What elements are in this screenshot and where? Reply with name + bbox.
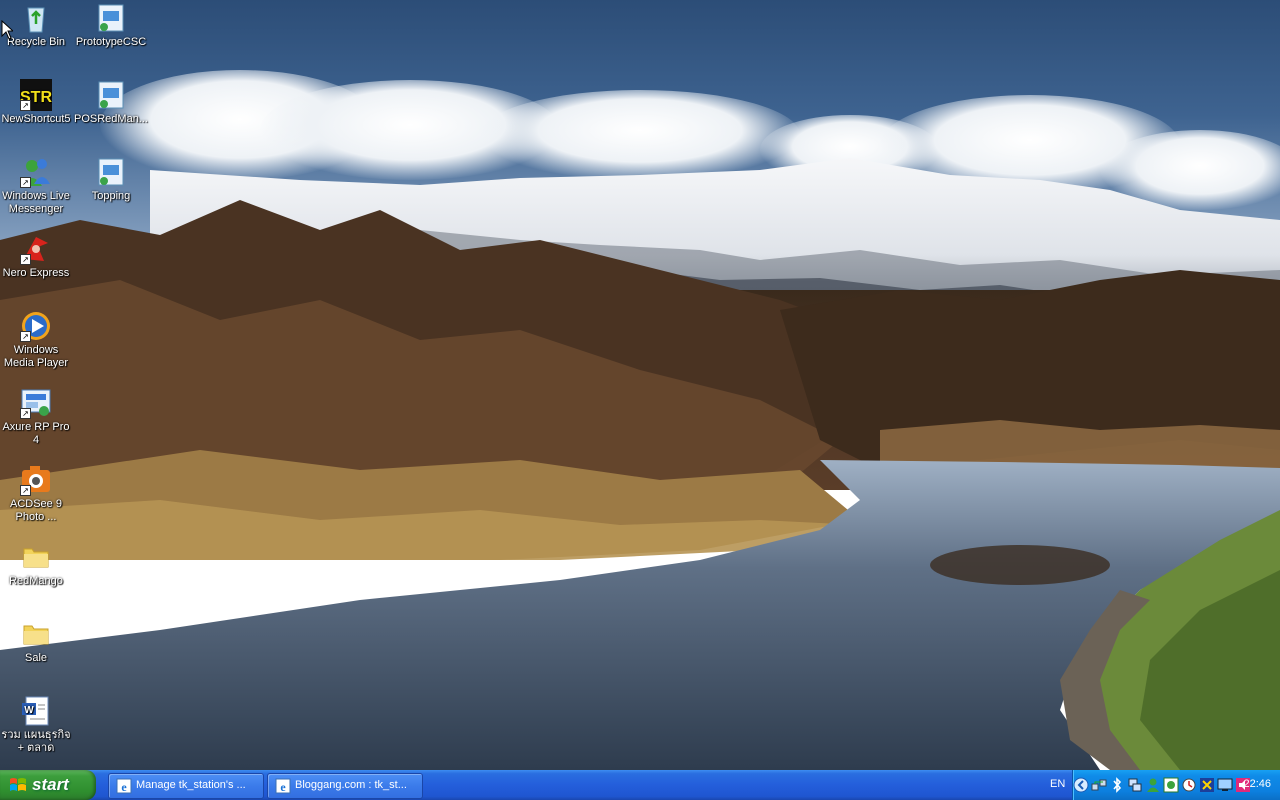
desktop-icon-prototypecsc[interactable]: PrototypeCSC (73, 2, 149, 49)
show-hidden-icons-icon[interactable] (1073, 777, 1089, 793)
str-app-icon: STR ↗ (20, 79, 52, 111)
desktop-icon-label: Topping (91, 190, 131, 202)
desktop-icon-posredman[interactable]: POSRedMan... (73, 79, 149, 126)
desktop-icon-business-plan-doc[interactable]: W รวม แผนธุรกิจ + ตลาด (0, 695, 74, 755)
shortcut-arrow-icon: ↗ (20, 485, 31, 496)
internet-explorer-icon: e (116, 778, 132, 794)
svg-text:e: e (121, 780, 127, 794)
security-icon[interactable] (1181, 777, 1197, 793)
desktop-icon-label: NewShortcut5 (1, 113, 71, 125)
word-document-icon: W (20, 695, 52, 727)
document-icon (95, 79, 127, 111)
desktop-icon-label: Axure RP Pro 4 (2, 421, 70, 446)
internet-explorer-icon: e (275, 778, 291, 794)
shortcut-arrow-icon: ↗ (20, 331, 31, 342)
messenger-icon[interactable] (1163, 777, 1179, 793)
document-icon (95, 156, 127, 188)
taskbar-button-bloggang[interactable]: e Bloggang.com : tk_st... (267, 773, 423, 799)
svg-text:W: W (24, 705, 34, 716)
start-button[interactable]: start (0, 770, 96, 800)
document-icon (95, 2, 127, 34)
clock[interactable]: 22:46 (1243, 778, 1271, 790)
desktop-wallpaper: Recycle Bin PrototypeCSC STR ↗ NewShortc… (0, 0, 1280, 770)
windows-logo-icon (10, 778, 26, 791)
shortcut-arrow-icon: ↗ (20, 254, 31, 265)
desktop-icon-axure-rp-pro[interactable]: ↗ Axure RP Pro 4 (0, 387, 74, 447)
desktop-icon-label: ACDSee 9 Photo ... (10, 498, 62, 523)
antivirus-icon[interactable] (1199, 777, 1215, 793)
acdsee-icon: ↗ (20, 464, 52, 496)
shortcut-arrow-icon: ↗ (20, 177, 31, 188)
folder-icon (20, 541, 52, 573)
desktop-icon-label: PrototypeCSC (75, 36, 147, 48)
taskbar-button-manage-tk-station[interactable]: e Manage tk_station's ... (108, 773, 264, 799)
desktop-icon-label: POSRedMan... (74, 113, 148, 125)
desktop-icon-sale[interactable]: Sale (0, 618, 74, 665)
bluetooth-icon[interactable] (1109, 777, 1125, 793)
taskbar: start e Manage tk_station's ... e Blogga… (0, 770, 1280, 800)
desktop-icon-acdsee[interactable]: ↗ ACDSee 9 Photo ... (0, 464, 74, 524)
axure-icon: ↗ (20, 387, 52, 419)
recycle-bin-icon (20, 2, 52, 34)
display-icon[interactable] (1217, 777, 1233, 793)
shortcut-arrow-icon: ↗ (20, 408, 31, 419)
desktop-icon-label: Windows Media Player (3, 344, 69, 369)
desktop-icon-label: RedMango (9, 575, 63, 587)
user-icon[interactable] (1145, 777, 1161, 793)
nero-icon: ↗ (20, 233, 52, 265)
start-label: start (32, 775, 69, 794)
desktop-icon-label: Windows Live Messenger (2, 190, 70, 215)
language-indicator[interactable]: EN (1050, 778, 1065, 790)
desktop-icon-label: รวม แผนธุรกิจ + ตลาด (1, 729, 71, 754)
desktop-icon-label: Sale (24, 652, 48, 664)
desktop-icon-redmango[interactable]: RedMango (0, 541, 74, 588)
task-label: Bloggang.com : tk_st... (295, 779, 407, 791)
task-label: Manage tk_station's ... (136, 779, 246, 791)
desktop-icon-newshortcut5[interactable]: STR ↗ NewShortcut5 (0, 79, 74, 126)
desktop-icon-topping[interactable]: Topping (73, 156, 149, 203)
desktop-icon-windows-live-messenger[interactable]: ↗ Windows Live Messenger (0, 156, 74, 216)
river (0, 460, 1280, 770)
desktop-icon-nero-express[interactable]: ↗ Nero Express (0, 233, 74, 280)
folder-icon (20, 618, 52, 650)
system-tray: 22:46 (1072, 770, 1280, 800)
media-player-icon: ↗ (20, 310, 52, 342)
messenger-icon: ↗ (20, 156, 52, 188)
shortcut-arrow-icon: ↗ (20, 100, 31, 111)
network-icon[interactable] (1091, 777, 1107, 793)
mouse-cursor-icon (1, 20, 13, 40)
network-connection-icon[interactable] (1127, 777, 1143, 793)
svg-text:e: e (280, 780, 286, 794)
desktop-icon-windows-media-player[interactable]: ↗ Windows Media Player (0, 310, 74, 370)
desktop-icon-label: Nero Express (2, 267, 70, 279)
